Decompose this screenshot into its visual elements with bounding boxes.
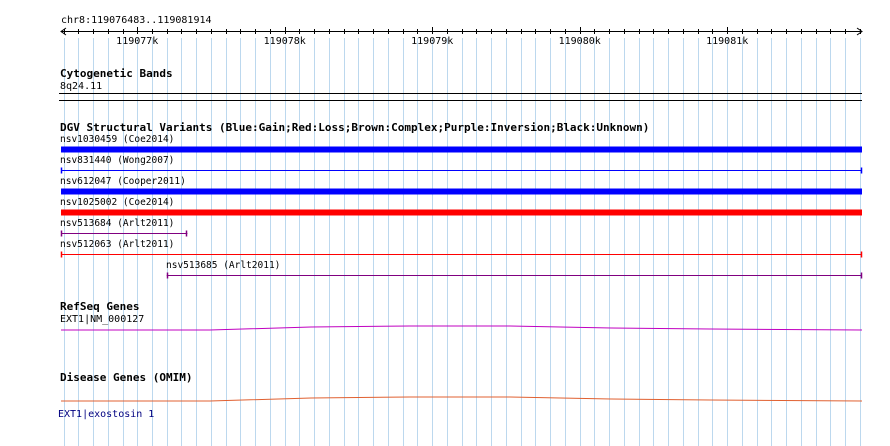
ruler-tick-label: 119079k <box>411 36 453 47</box>
omim-track-title: Disease Genes (OMIM) <box>60 371 193 384</box>
dgv-feature-label[interactable]: nsv612047 (Cooper2011) <box>60 176 186 187</box>
dgv-feature-label[interactable]: nsv512063 (Arlt2011) <box>60 239 174 250</box>
ruler-tick-label: 119081k <box>706 36 748 47</box>
dgv-feature-label[interactable]: nsv1025002 (Coe2014) <box>60 197 174 208</box>
omim-gene-line[interactable] <box>61 396 863 402</box>
refseq-gene-line[interactable] <box>61 325 863 331</box>
dgv-feature-label[interactable]: nsv831440 (Wong2007) <box>60 155 174 166</box>
omim-gene-label[interactable]: EXT1|exostosin 1 <box>58 409 154 421</box>
dgv-feature-label[interactable]: nsv513684 (Arlt2011) <box>60 218 174 229</box>
genome-browser: chr8:119076483..119081914 119077k 119078k… <box>0 0 890 446</box>
dgv-track-title: DGV Structural Variants (Blue:Gain;Red:L… <box>60 121 650 134</box>
ruler-tick-label: 119077k <box>116 36 158 47</box>
dgv-feature-label[interactable]: nsv1030459 (Coe2014) <box>60 134 174 145</box>
dgv-feature-label[interactable]: nsv513685 (Arlt2011) <box>166 260 280 271</box>
cytoband-track-title: Cytogenetic Bands <box>60 67 173 80</box>
ruler-tick-label: 119080k <box>559 36 601 47</box>
cytoband-label[interactable]: 8q24.11 <box>60 81 102 93</box>
refseq-gene-label[interactable]: EXT1|NM_000127 <box>60 314 144 326</box>
ruler-tick-label: 119078k <box>264 36 306 47</box>
refseq-track-title: RefSeq Genes <box>60 300 140 313</box>
